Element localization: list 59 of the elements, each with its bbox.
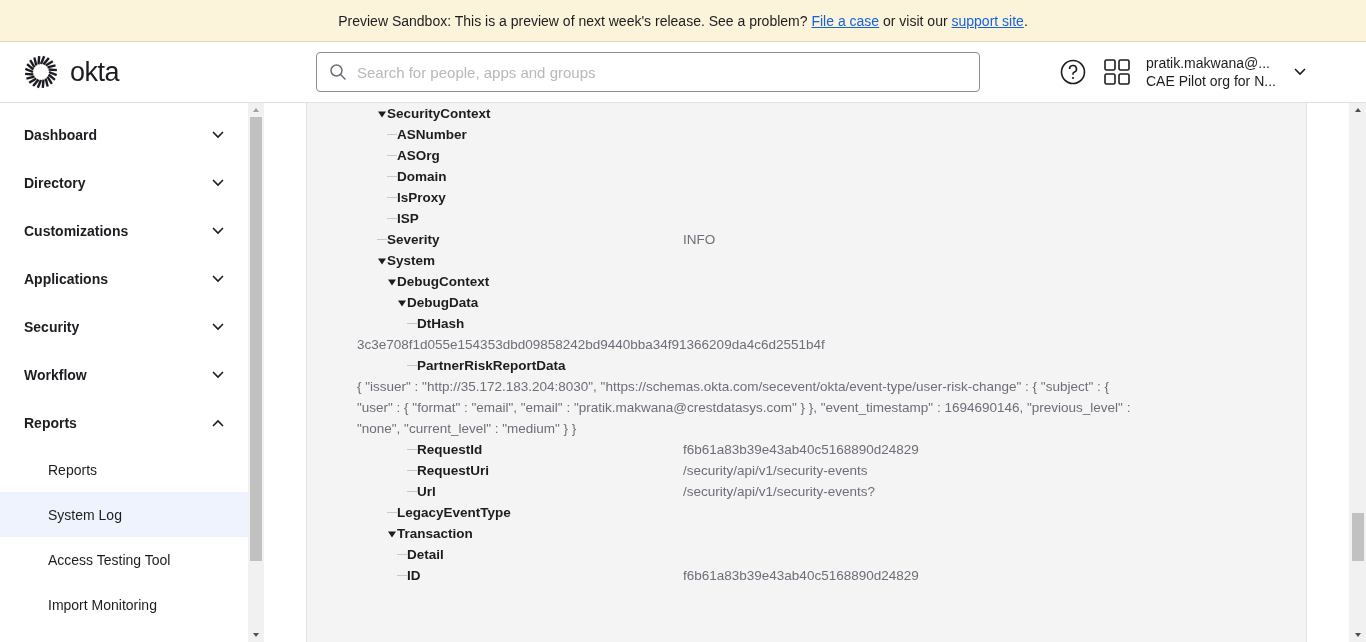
field-name: ID xyxy=(407,567,422,585)
nav-section[interactable]: Dashboard xyxy=(0,111,248,159)
nav-section[interactable]: Directory xyxy=(0,159,248,207)
nav-section[interactable]: Security xyxy=(0,303,248,351)
logo-wordmark: okta xyxy=(70,56,120,88)
search-field[interactable]: Search for people, apps and groups xyxy=(316,52,980,92)
nav-link[interactable]: System Log xyxy=(0,492,248,537)
nav-section[interactable]: Workflow xyxy=(0,351,248,399)
field-value: /security/api/v1/security-events? xyxy=(683,484,876,499)
org-name: CAE Pilot org for N... xyxy=(1146,72,1276,90)
field-name: Detail xyxy=(407,546,445,564)
field-name: Url xyxy=(417,483,437,501)
field-name: Transaction xyxy=(397,525,474,543)
field-name: ASNumber xyxy=(397,126,468,144)
field-name: ISP xyxy=(397,210,420,228)
field-name: RequestId xyxy=(417,441,484,459)
nav-link[interactable]: Access Testing Tool xyxy=(0,537,248,582)
field-name: Severity xyxy=(387,231,441,249)
help-icon[interactable] xyxy=(1060,59,1086,85)
chevron-down-icon[interactable] xyxy=(212,179,224,187)
nav-link[interactable]: Reports xyxy=(0,447,248,492)
field-value: INFO xyxy=(683,232,716,247)
field-value: f6b61a83b39e43ab40c5168890d24829 xyxy=(683,568,919,583)
sidebar-scrollbar[interactable] xyxy=(248,103,264,642)
nav-link[interactable]: Import Monitoring xyxy=(0,582,248,627)
scrollbar-thumb[interactable] xyxy=(1351,513,1364,561)
search-icon xyxy=(329,63,347,81)
nav-section[interactable]: Customizations xyxy=(0,207,248,255)
field-name: RequestUri xyxy=(417,462,490,480)
field-name: System xyxy=(387,252,437,270)
field-name: PartnerRiskReportData xyxy=(417,357,567,375)
field-name: ASOrg xyxy=(397,147,441,165)
field-name: Domain xyxy=(397,168,448,186)
chevron-down-icon[interactable] xyxy=(212,371,224,379)
user-name: pratik.makwana@... xyxy=(1146,54,1271,72)
banner-link[interactable]: support site xyxy=(951,12,1024,29)
apps-grid-icon[interactable] xyxy=(1104,59,1130,85)
chevron-down-icon[interactable] xyxy=(212,227,224,235)
field-value: 3c3e708f1d055e154353dbd09858242bd9440bba34f91366209da4c6d2551b4f xyxy=(357,336,826,354)
field-name: SecurityContext xyxy=(387,105,492,123)
field-name: DebugData xyxy=(407,294,480,312)
field-name: IsProxy xyxy=(397,189,447,207)
chevron-down-icon[interactable] xyxy=(212,131,224,139)
sunburst-logo-icon xyxy=(24,55,58,89)
banner-message: Preview Sandbox: This is a preview of next week's release. See a problem? File a case or visit our support site. xyxy=(338,12,1028,29)
field-name: DebugContext xyxy=(397,273,491,291)
chevron-down-icon[interactable] xyxy=(1293,68,1306,76)
chevron-up-icon[interactable] xyxy=(212,419,224,427)
page-scrollbar[interactable] xyxy=(1349,103,1366,642)
chevron-down-icon[interactable] xyxy=(212,323,224,331)
banner-link[interactable]: File a case xyxy=(811,12,880,29)
field-name: LegacyEventType xyxy=(397,504,512,522)
nav-section[interactable]: Applications xyxy=(0,255,248,303)
field-value: /security/api/v1/security-events xyxy=(683,463,868,478)
nav-section[interactable]: Reports xyxy=(0,399,248,447)
field-value: f6b61a83b39e43ab40c5168890d24829 xyxy=(683,442,919,457)
field-name: DtHash xyxy=(417,315,466,333)
chevron-down-icon[interactable] xyxy=(212,275,224,283)
scrollbar-thumb[interactable] xyxy=(250,117,262,561)
